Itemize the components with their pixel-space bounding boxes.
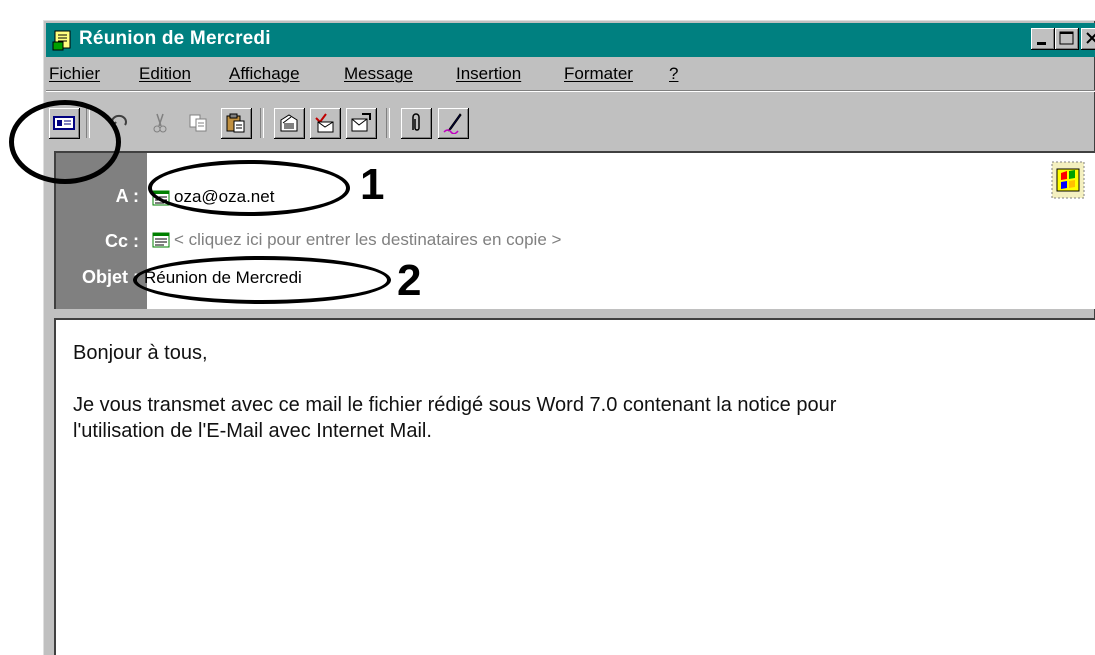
maximize-icon — [1059, 31, 1074, 45]
minimize-button[interactable] — [1031, 28, 1055, 50]
to-field-highlight — [148, 160, 350, 216]
menu-fichier[interactable]: Fichier — [49, 64, 100, 84]
close-button[interactable] — [1081, 28, 1095, 50]
paste-icon — [226, 113, 245, 133]
menu-help[interactable]: ? — [669, 64, 678, 84]
paste-button[interactable] — [221, 108, 252, 139]
close-icon — [1086, 32, 1095, 44]
attach-icon — [412, 113, 420, 131]
sign-button[interactable] — [438, 108, 469, 139]
compose-window: Réunion de Mercredi Fichier Edition Affi… — [43, 20, 1095, 655]
annotation-marker-2: 2 — [397, 256, 422, 305]
minimize-icon — [1037, 42, 1046, 45]
body-line: l'utilisation de l'E-Mail avec Internet … — [73, 420, 432, 442]
address-card-icon — [152, 232, 170, 248]
select-recipients-button[interactable] — [346, 108, 377, 139]
copy-icon — [189, 114, 207, 132]
toolbar — [46, 90, 1095, 140]
maximize-button[interactable] — [1055, 28, 1079, 50]
cut-icon — [153, 113, 167, 133]
compose-message-icon — [52, 30, 71, 51]
address-book-button[interactable] — [274, 108, 305, 139]
menu-edition[interactable]: Edition — [139, 64, 191, 84]
message-body[interactable]: Bonjour à tous, Je vous transmet avec ce… — [54, 318, 1095, 655]
annotation-marker-1: 1 — [360, 160, 385, 209]
title-bar[interactable]: Réunion de Mercredi — [46, 23, 1095, 57]
menu-message[interactable]: Message — [344, 64, 413, 84]
check-names-icon — [315, 113, 334, 133]
cc-field[interactable]: < cliquez ici pour entrer les destinatai… — [174, 230, 561, 250]
check-names-button[interactable] — [310, 108, 341, 139]
address-book-icon — [280, 114, 298, 132]
body-line: Je vous transmet avec ce mail le fichier… — [73, 394, 837, 416]
subject-label: Objet : — [82, 267, 139, 287]
to-label: A : — [115, 186, 139, 206]
sign-icon — [443, 113, 462, 134]
cc-label: Cc : — [104, 231, 139, 251]
subject-field-highlight — [133, 256, 391, 304]
body-line: Bonjour à tous, — [73, 342, 208, 364]
copy-button[interactable] — [183, 108, 214, 139]
menu-bar: Fichier Edition Affichage Message Insert… — [46, 60, 1095, 88]
send-button-highlight — [9, 100, 121, 184]
menu-affichage[interactable]: Affichage — [229, 64, 300, 84]
body-line — [73, 366, 1095, 392]
menu-insertion[interactable]: Insertion — [456, 64, 521, 84]
menu-formater[interactable]: Formater — [564, 64, 633, 84]
attach-button[interactable] — [401, 108, 432, 139]
window-title: Réunion de Mercredi — [79, 28, 271, 49]
select-recipients-icon — [351, 113, 371, 132]
stamp-icon — [1051, 161, 1085, 199]
cut-button[interactable] — [145, 108, 176, 139]
